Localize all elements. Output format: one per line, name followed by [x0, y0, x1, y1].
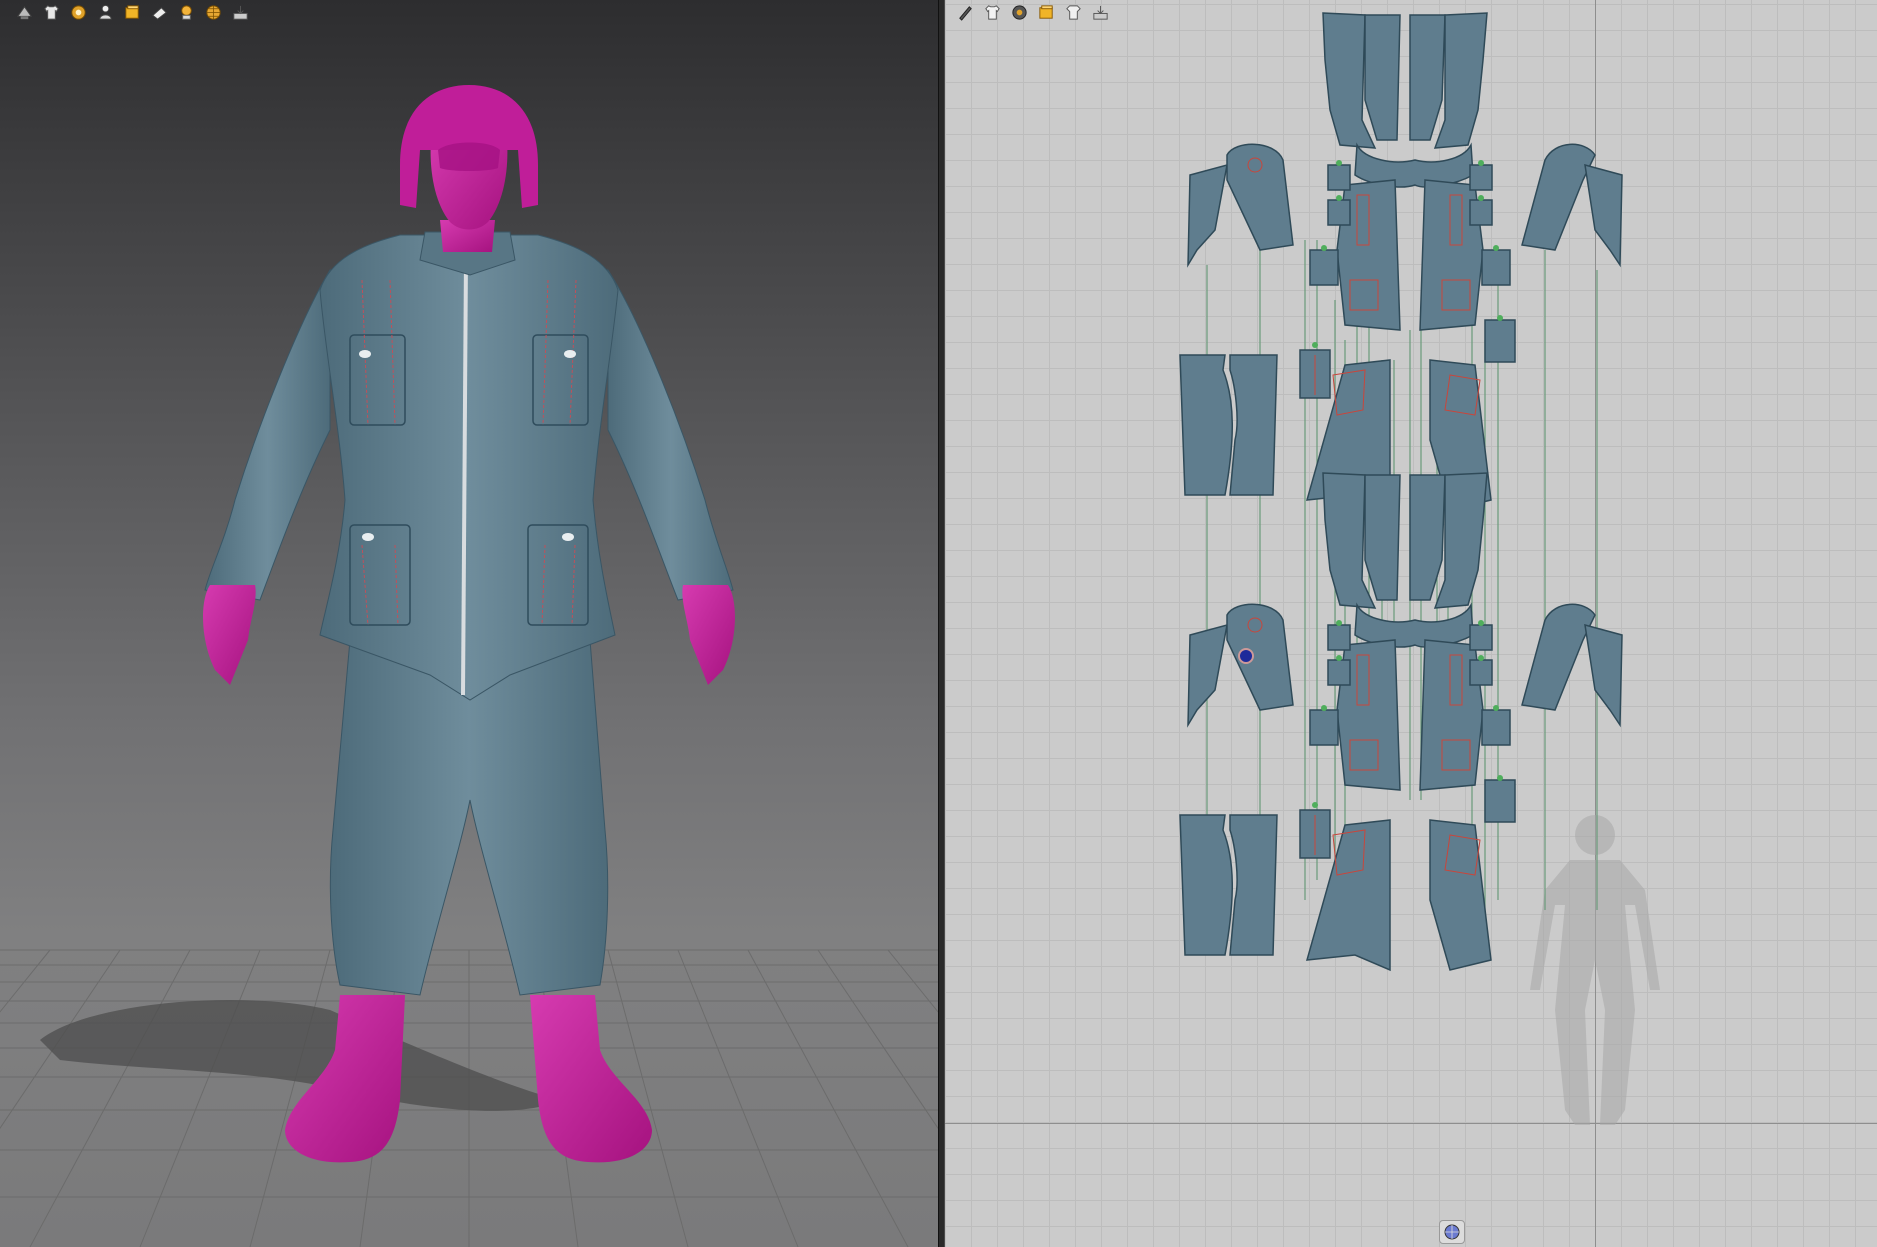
toggle-pins-icon[interactable] — [68, 2, 89, 23]
piece-top-midleft — [1364, 14, 1401, 141]
toolbar-2d — [955, 2, 1111, 23]
pattern-canvas — [1179, 12, 1660, 1125]
piece-small-l3 — [1309, 249, 1339, 286]
3d-viewport[interactable] — [0, 0, 938, 1247]
piece-small-r3 — [1481, 249, 1511, 286]
sewing-lines-icon[interactable] — [1009, 2, 1030, 23]
piece-small-r2 — [1469, 199, 1493, 226]
piece-sleeve-left-a — [1187, 163, 1228, 268]
pattern-set-upper — [1179, 12, 1623, 512]
3d-scene — [0, 85, 938, 1247]
left-hand — [203, 585, 256, 685]
view-splitter[interactable] — [938, 0, 945, 1247]
world-grid-icon[interactable] — [203, 2, 224, 23]
light-icon[interactable] — [176, 2, 197, 23]
pen-icon[interactable] — [955, 2, 976, 23]
piece-collar — [1354, 142, 1474, 188]
navigation-widget[interactable] — [1439, 1220, 1465, 1244]
show-avatar-icon[interactable] — [95, 2, 116, 23]
piece-sleeve-right-a — [1521, 143, 1596, 251]
piece-top-midright — [1409, 14, 1446, 141]
avatar-silhouette — [1530, 815, 1660, 1125]
save-icon[interactable] — [230, 2, 251, 23]
texture-2d-icon[interactable] — [1036, 2, 1057, 23]
avatar-shadow — [40, 1000, 560, 1111]
globe-icon — [1444, 1224, 1460, 1240]
display-garment-icon[interactable] — [41, 2, 62, 23]
right-hand — [682, 585, 735, 685]
display-avatar-icon[interactable] — [14, 2, 35, 23]
piece-small-l2 — [1327, 199, 1351, 226]
selected-point-marker[interactable] — [1238, 648, 1254, 664]
app-window — [0, 0, 1877, 1247]
piece-pants-leg-left-outer — [1179, 354, 1233, 496]
piece-small-l1 — [1327, 164, 1351, 191]
jacket — [319, 234, 619, 701]
texture-icon[interactable] — [122, 2, 143, 23]
right-sleeve — [607, 268, 734, 601]
flat-shading-icon[interactable] — [149, 2, 170, 23]
save-2d-icon[interactable] — [1090, 2, 1111, 23]
visor — [438, 142, 500, 171]
left-sleeve — [204, 268, 331, 601]
piece-pants-leg-left-inner — [1229, 354, 1278, 496]
piece-small-r4 — [1484, 319, 1516, 363]
piece-sleeve-right-b — [1584, 163, 1623, 268]
2d-pattern-window[interactable] — [945, 0, 1877, 1247]
arrange-icon[interactable] — [1063, 2, 1084, 23]
right-boot — [530, 995, 652, 1163]
show-pattern-icon[interactable] — [982, 2, 1003, 23]
toolbar-3d — [14, 2, 251, 23]
piece-small-r1 — [1469, 164, 1493, 191]
